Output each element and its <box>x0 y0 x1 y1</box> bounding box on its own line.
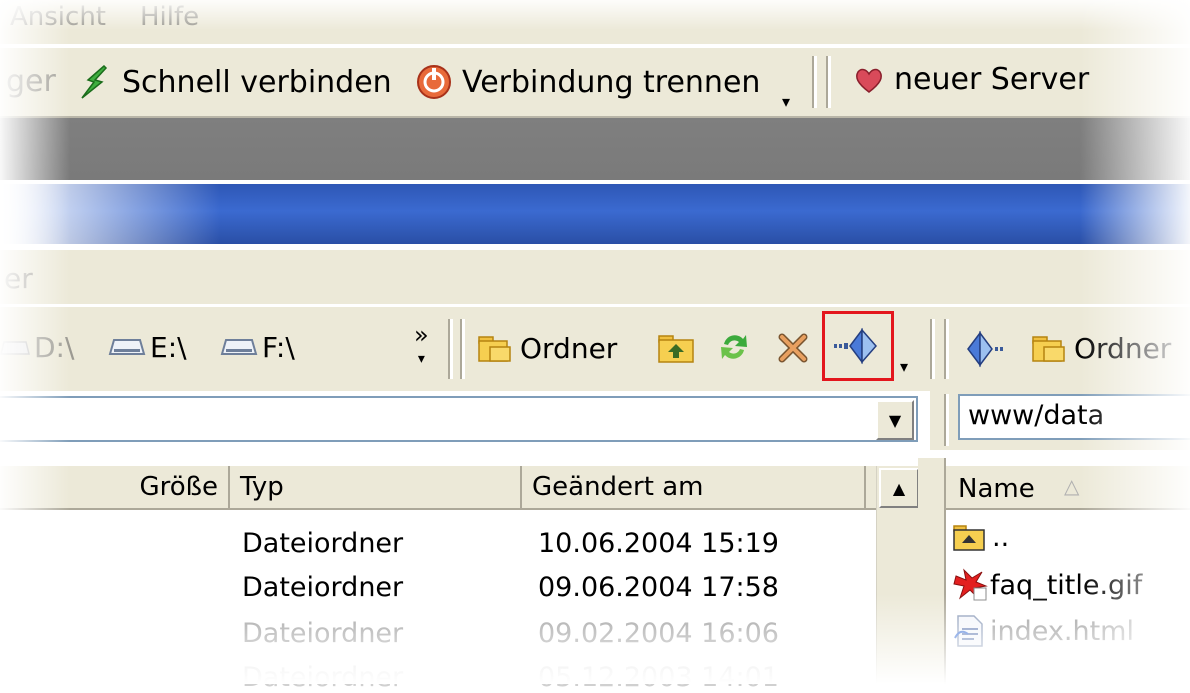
refresh-icon <box>721 335 747 359</box>
transfer-arrows-icon <box>967 330 1003 368</box>
toolbar-separator <box>812 56 817 108</box>
menu-view[interactable]: Ansicht <box>10 2 106 32</box>
menubar: Ansicht Hilfe <box>0 0 1190 44</box>
power-off-icon <box>417 65 451 99</box>
quick-connect-button[interactable]: Schnell verbinden <box>74 62 392 102</box>
download-transfer-button[interactable] <box>964 329 1010 373</box>
drive-f-label: F:\ <box>262 331 295 364</box>
remote-path-combobox[interactable]: www/data <box>958 394 1190 440</box>
drive-f-button[interactable]: F:\ <box>220 331 295 364</box>
pane-splitter[interactable] <box>918 458 944 684</box>
remote-new-folder-label: Ordner <box>1074 331 1172 365</box>
folder-up-button[interactable] <box>656 329 696 369</box>
drive-e-button[interactable]: E:\ <box>108 331 187 364</box>
new-server-label: neuer Server <box>894 62 1090 97</box>
remote-list-header: Name △ <box>946 466 1190 510</box>
column-name-header[interactable]: Name <box>958 474 1035 504</box>
remote-file-list: Name △ .. faq_title.gif index.html <box>944 458 1190 684</box>
remote-path-area: www/data <box>930 390 1190 450</box>
column-type-header[interactable]: Typ <box>230 466 522 508</box>
sort-ascending-icon: △ <box>1064 474 1080 498</box>
delete-x-icon <box>778 333 808 363</box>
table-cell-type[interactable]: Dateiordner <box>242 662 403 693</box>
table-cell-modified[interactable]: 05.12.2003 14:01 <box>538 662 779 693</box>
disconnect-button[interactable]: Verbindung trennen <box>414 62 760 102</box>
arrow-up-icon: ▲ <box>892 478 906 498</box>
table-cell-type[interactable]: Dateiordner <box>242 528 403 559</box>
chevron-more-icon: » <box>414 321 429 349</box>
chevron-down-icon: ▼ <box>888 410 902 430</box>
table-cell-type[interactable]: Dateiordner <box>242 618 403 649</box>
file-name: .. <box>992 522 1010 553</box>
drive-icon <box>108 338 146 355</box>
list-item[interactable]: .. <box>952 522 1009 553</box>
list-item[interactable]: faq_title.gif <box>952 568 1142 602</box>
new-folder-button[interactable]: Ordner <box>476 331 617 365</box>
delete-button[interactable] <box>776 331 810 369</box>
local-list-scrollbar[interactable]: ▲ <box>876 466 919 684</box>
toolbar-separator <box>460 319 465 379</box>
remote-new-folder-button[interactable]: Ordner <box>1030 331 1171 365</box>
local-path-combobox[interactable]: ▼ <box>0 396 918 442</box>
column-size-header[interactable]: Größe <box>0 466 230 508</box>
menu-help[interactable]: Hilfe <box>140 2 199 32</box>
remote-path-value: www/data <box>968 400 1105 431</box>
scroll-up-button[interactable]: ▲ <box>879 468 919 508</box>
main-toolbar: ger Schnell verbinden Verbindung trennen… <box>0 46 1190 118</box>
blue-title-bar <box>0 184 1190 244</box>
folder-up-icon <box>953 524 985 551</box>
file-name: index.html <box>990 615 1134 647</box>
refresh-button[interactable] <box>716 329 752 369</box>
html-file-icon <box>954 615 983 647</box>
toolbar-separator <box>944 319 949 379</box>
quick-connect-label: Schnell verbinden <box>122 64 392 100</box>
disconnect-label: Verbindung trennen <box>462 64 761 100</box>
more-chevron-button[interactable]: » ▾ <box>414 323 429 369</box>
disconnect-dropdown-arrow[interactable]: ▾ <box>782 92 790 111</box>
folder-icon <box>1032 336 1065 362</box>
table-cell-modified[interactable]: 09.02.2004 16:06 <box>538 618 779 649</box>
drive-e-label: E:\ <box>150 331 187 364</box>
transfer-dropdown-arrow[interactable]: ▾ <box>900 357 908 376</box>
toolbar-separator <box>944 394 949 446</box>
transfer-arrows-icon <box>834 327 877 365</box>
local-list-header: Größe Typ Geändert am <box>0 466 876 510</box>
toolbar-separator <box>930 319 935 379</box>
upload-transfer-button[interactable] <box>822 311 894 381</box>
local-path-dropdown-button[interactable]: ▼ <box>876 400 914 440</box>
drive-icon <box>220 338 258 355</box>
column-modified-header[interactable]: Geändert am <box>522 466 866 508</box>
pane-label-bar: er <box>0 250 1190 304</box>
local-file-list: Größe Typ Geändert am Dateiordner 10.06.… <box>0 458 919 693</box>
table-cell-type[interactable]: Dateiordner <box>242 572 403 603</box>
file-name: faq_title.gif <box>990 569 1143 601</box>
toolbar-separator <box>826 56 831 108</box>
table-cell-modified[interactable]: 10.06.2004 15:19 <box>538 528 779 559</box>
folder-up-icon <box>658 335 694 363</box>
drive-d-label: D:\ <box>34 331 75 364</box>
table-cell-modified[interactable]: 09.06.2004 17:58 <box>538 572 779 603</box>
heart-icon <box>856 68 882 93</box>
drive-d-button[interactable]: D:\ <box>0 331 74 364</box>
drive-icon <box>0 340 30 355</box>
gif-image-icon <box>953 568 988 601</box>
dark-status-bar <box>0 118 1190 180</box>
lightning-connect-icon <box>81 64 108 99</box>
pane-label: er <box>4 262 33 295</box>
pane-toolbar: D:\ E:\ F:\ » ▾ Ordner ▾ Ordner <box>0 306 1190 391</box>
toolbar-separator <box>448 319 453 379</box>
new-server-button[interactable]: neuer Server <box>852 62 1089 97</box>
list-item[interactable]: index.html <box>952 614 1134 648</box>
truncated-toolbar-label[interactable]: ger <box>6 64 56 99</box>
folder-icon <box>478 336 511 362</box>
new-folder-label: Ordner <box>520 331 618 365</box>
